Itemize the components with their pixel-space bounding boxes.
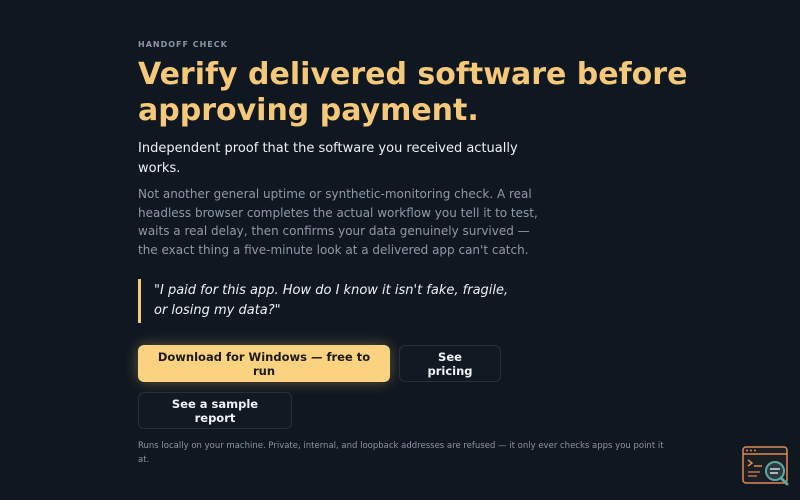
primary-actions: Download for Windows — free to run See p… — [138, 345, 678, 382]
page-title: Verify delivered software before approvi… — [138, 57, 688, 128]
see-sample-report-button[interactable]: See a sample report — [138, 392, 292, 429]
secondary-actions: See a sample report — [138, 392, 678, 429]
eyebrow-label: HANDOFF CHECK — [138, 40, 228, 49]
terminal-search-icon[interactable] — [742, 446, 790, 486]
download-windows-button[interactable]: Download for Windows — free to run — [138, 345, 390, 382]
terminal-search-icon-graphic — [742, 446, 789, 486]
customer-quote: "I paid for this app. How do I know it i… — [138, 279, 518, 323]
page-subtitle: Independent proof that the software you … — [138, 141, 518, 176]
footnote: Runs locally on your machine. Private, i… — [138, 441, 664, 465]
see-pricing-button[interactable]: See pricing — [399, 345, 501, 382]
hero-section: HANDOFF CHECK Verify delivered software … — [138, 40, 687, 467]
page-description: Not another general uptime or synthetic-… — [138, 187, 538, 257]
